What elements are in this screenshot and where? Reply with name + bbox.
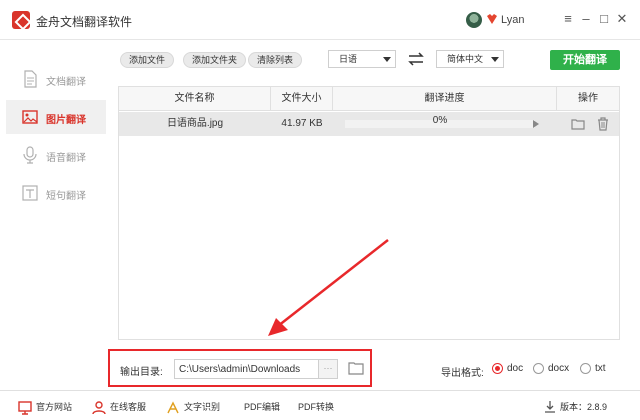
- vip-crown-icon: [487, 14, 497, 24]
- file-table: 文件名称 文件大小 翻译进度 操作 日语商品.jpg 41.97 KB 0%: [118, 86, 620, 340]
- radio-doc[interactable]: [492, 363, 503, 374]
- chevron-down-icon: [383, 57, 391, 62]
- footer-item-label: 文字识别: [184, 402, 221, 412]
- sidebar-item-image-translation[interactable]: 图片翻译: [6, 100, 106, 134]
- radio-docx[interactable]: [533, 363, 544, 374]
- file-size: 41.97 KB: [281, 118, 323, 129]
- close-button[interactable]: ✕: [614, 11, 630, 27]
- download-icon[interactable]: [544, 400, 556, 413]
- menu-button[interactable]: ≡: [560, 11, 576, 27]
- output-directory-label: 输出目录:: [120, 367, 163, 378]
- app-logo-icon: [12, 11, 30, 29]
- title-bar: 金舟文档翻译软件 Lyan ≡ – □ ✕: [0, 0, 640, 40]
- open-folder-icon[interactable]: [571, 118, 585, 130]
- footer-pdf-edit[interactable]: PDF编辑: [244, 399, 280, 415]
- app-title: 金舟文档翻译软件: [36, 15, 133, 29]
- file-name: 日语商品.jpg: [166, 118, 224, 129]
- radio-label-docx[interactable]: docx: [548, 363, 569, 374]
- trash-icon[interactable]: [597, 117, 609, 131]
- sidebar-item-label: 文档翻译: [46, 77, 86, 88]
- sidebar-item-document-translation[interactable]: 文档翻译: [6, 62, 106, 96]
- sidebar-item-label: 语音翻译: [46, 153, 86, 164]
- monitor-icon: [18, 400, 32, 415]
- clear-list-button[interactable]: 清除列表: [248, 52, 303, 68]
- column-header-size: 文件大小: [271, 87, 333, 111]
- version-label: 版本：2.8.9: [560, 402, 608, 412]
- add-folder-button[interactable]: 添加文件夹: [183, 52, 247, 68]
- table-row[interactable]: 日语商品.jpg 41.97 KB 0%: [119, 112, 619, 136]
- username[interactable]: Lyan: [501, 14, 524, 26]
- maximize-button[interactable]: □: [596, 11, 612, 27]
- footer-pdf-convert[interactable]: PDF转换: [298, 399, 334, 415]
- target-language-select[interactable]: 简体中文: [436, 50, 504, 68]
- minimize-button[interactable]: –: [578, 11, 594, 27]
- image-icon: [22, 110, 38, 124]
- column-header-progress: 翻译进度: [333, 87, 557, 111]
- footer-official-site[interactable]: 官方网站: [18, 399, 72, 415]
- footer-bar: 官方网站 在线客服 文字识别 PDF编辑 PDF转换 版本：2.8.9: [0, 390, 640, 420]
- chevron-down-icon: [491, 57, 499, 62]
- radio-label-doc[interactable]: doc: [507, 363, 523, 374]
- sidebar-item-label: 短句翻译: [46, 191, 86, 202]
- browse-button[interactable]: ···: [318, 359, 338, 379]
- column-header-name: 文件名称: [119, 87, 271, 111]
- radio-txt[interactable]: [580, 363, 591, 374]
- source-language-value: 日语: [339, 54, 358, 64]
- footer-item-label: 在线客服: [110, 402, 147, 412]
- start-translation-button[interactable]: 开始翻译: [550, 50, 620, 70]
- text-icon: [22, 185, 38, 201]
- document-icon: [24, 70, 37, 88]
- table-header: 文件名称 文件大小 翻译进度 操作: [119, 87, 619, 111]
- footer-text-recognition[interactable]: 文字识别: [166, 399, 220, 415]
- sidebar-item-label: 图片翻译: [46, 115, 86, 126]
- export-format-label: 导出格式:: [441, 368, 484, 379]
- swap-languages-icon[interactable]: [407, 51, 425, 67]
- user-icon: [92, 400, 106, 414]
- progress-label: 0%: [432, 115, 448, 126]
- microphone-icon: [23, 146, 37, 164]
- ocr-icon: [167, 401, 179, 413]
- footer-item-label: 官方网站: [36, 402, 73, 412]
- column-header-actions: 操作: [578, 93, 598, 104]
- sidebar: 文档翻译 图片翻译 语音翻译 短句翻译: [6, 50, 106, 380]
- sidebar-item-voice-translation[interactable]: 语音翻译: [6, 138, 106, 172]
- output-directory-input[interactable]: [174, 359, 320, 379]
- sidebar-item-sentence-translation[interactable]: 短句翻译: [6, 176, 106, 210]
- play-icon[interactable]: [533, 120, 539, 128]
- open-folder-icon[interactable]: [348, 361, 364, 375]
- add-file-button[interactable]: 添加文件: [120, 52, 175, 68]
- footer-online-support[interactable]: 在线客服: [92, 399, 146, 415]
- radio-label-txt[interactable]: txt: [595, 363, 606, 374]
- user-avatar[interactable]: [466, 12, 482, 28]
- output-directory-panel: 输出目录: ···: [108, 349, 372, 387]
- source-language-select[interactable]: 日语: [328, 50, 396, 68]
- target-language-value: 简体中文: [447, 54, 484, 64]
